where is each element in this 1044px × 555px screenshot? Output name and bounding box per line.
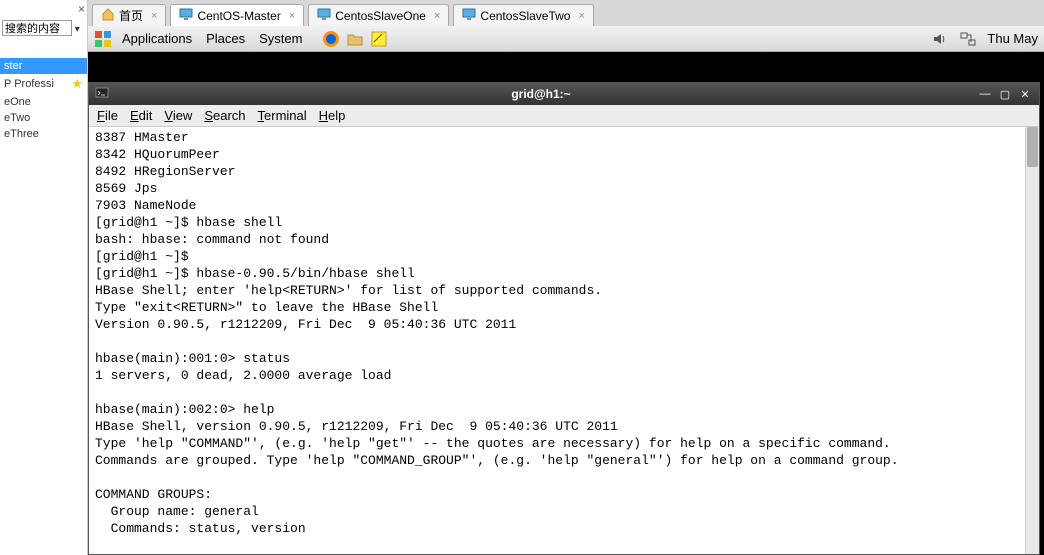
- tab-label: CentOS-Master: [197, 9, 280, 23]
- terminal-menubar: File Edit View Search Terminal Help: [89, 105, 1039, 127]
- vm-label: ster: [4, 60, 22, 72]
- close-button[interactable]: ✕: [1017, 86, 1033, 102]
- vm-label: eTwo: [4, 112, 30, 124]
- menu-system[interactable]: System: [255, 29, 306, 48]
- search-input[interactable]: [2, 20, 72, 36]
- tab[interactable]: CentOS-Master ×: [170, 4, 304, 26]
- tab[interactable]: 首页 ×: [92, 4, 166, 26]
- maximize-button[interactable]: ▢: [997, 86, 1013, 102]
- tab-close-icon[interactable]: ×: [578, 10, 584, 22]
- window-titlebar[interactable]: grid@h1:~ — ▢ ✕: [89, 83, 1039, 105]
- side-panel: × ▾ ster P Professi ★ eOne eTwo eThree: [0, 0, 88, 555]
- volume-icon[interactable]: [931, 30, 949, 48]
- tab-close-icon[interactable]: ×: [434, 10, 440, 22]
- terminal-menu-item[interactable]: Help: [319, 108, 346, 123]
- vm-list-item[interactable]: ster: [0, 58, 87, 74]
- apps-icon[interactable]: [94, 30, 112, 48]
- house-icon: [101, 7, 115, 24]
- terminal-menu-item[interactable]: Search: [204, 108, 245, 123]
- close-icon[interactable]: ×: [78, 2, 85, 16]
- monitor-icon: [317, 7, 331, 24]
- tab-label: 首页: [119, 7, 143, 24]
- tab-close-icon[interactable]: ×: [289, 10, 295, 22]
- vm-list-item[interactable]: eThree: [0, 126, 87, 142]
- star-icon: ★: [71, 76, 83, 92]
- vm-list-item[interactable]: P Professi ★: [0, 74, 87, 94]
- vm-list-item[interactable]: eTwo: [0, 110, 87, 126]
- tab[interactable]: CentosSlaveTwo ×: [453, 4, 593, 26]
- tab-close-icon[interactable]: ×: [151, 10, 157, 22]
- firefox-icon[interactable]: [322, 30, 340, 48]
- dropdown-arrow-icon[interactable]: ▾: [72, 24, 80, 35]
- scrollbar[interactable]: [1025, 127, 1039, 554]
- vm-label: P Professi: [4, 78, 54, 90]
- tab-bar: 首页×CentOS-Master×CentosSlaveOne×CentosSl…: [88, 0, 1044, 26]
- menu-applications[interactable]: Applications: [118, 29, 196, 48]
- window-icon: [95, 86, 109, 103]
- desktop: grid@h1:~ — ▢ ✕ File Edit View Search Termin…: [88, 52, 1044, 555]
- terminal-menu-item[interactable]: Edit: [130, 108, 152, 123]
- minimize-button[interactable]: —: [977, 86, 993, 102]
- network-icon[interactable]: [959, 30, 977, 48]
- tab-label: CentosSlaveTwo: [480, 9, 570, 23]
- window-title: grid@h1:~: [109, 87, 973, 101]
- vm-list: ster P Professi ★ eOne eTwo eThree: [0, 58, 87, 142]
- gnome-panel: Applications Places System: [88, 26, 1044, 52]
- terminal-menu-item[interactable]: File: [97, 108, 118, 123]
- monitor-icon: [179, 7, 193, 24]
- vm-list-item[interactable]: eOne: [0, 94, 87, 110]
- terminal-menu-item[interactable]: View: [164, 108, 192, 123]
- monitor-icon: [462, 7, 476, 24]
- menu-places[interactable]: Places: [202, 29, 249, 48]
- terminal-menu-item[interactable]: Terminal: [258, 108, 307, 123]
- terminal-body[interactable]: 8387 HMaster 8342 HQuorumPeer 8492 HRegi…: [89, 127, 1039, 554]
- terminal-output: 8387 HMaster 8342 HQuorumPeer 8492 HRegi…: [89, 127, 1039, 539]
- vm-label: eThree: [4, 128, 39, 140]
- terminal-window: grid@h1:~ — ▢ ✕ File Edit View Search Termin…: [88, 82, 1040, 555]
- clock-text: Thu May: [987, 31, 1038, 46]
- note-icon[interactable]: [370, 30, 388, 48]
- tab-label: CentosSlaveOne: [335, 9, 426, 23]
- vm-label: eOne: [4, 96, 31, 108]
- tab[interactable]: CentosSlaveOne ×: [308, 4, 449, 26]
- folder-icon[interactable]: [346, 30, 364, 48]
- scrollbar-thumb[interactable]: [1027, 127, 1038, 167]
